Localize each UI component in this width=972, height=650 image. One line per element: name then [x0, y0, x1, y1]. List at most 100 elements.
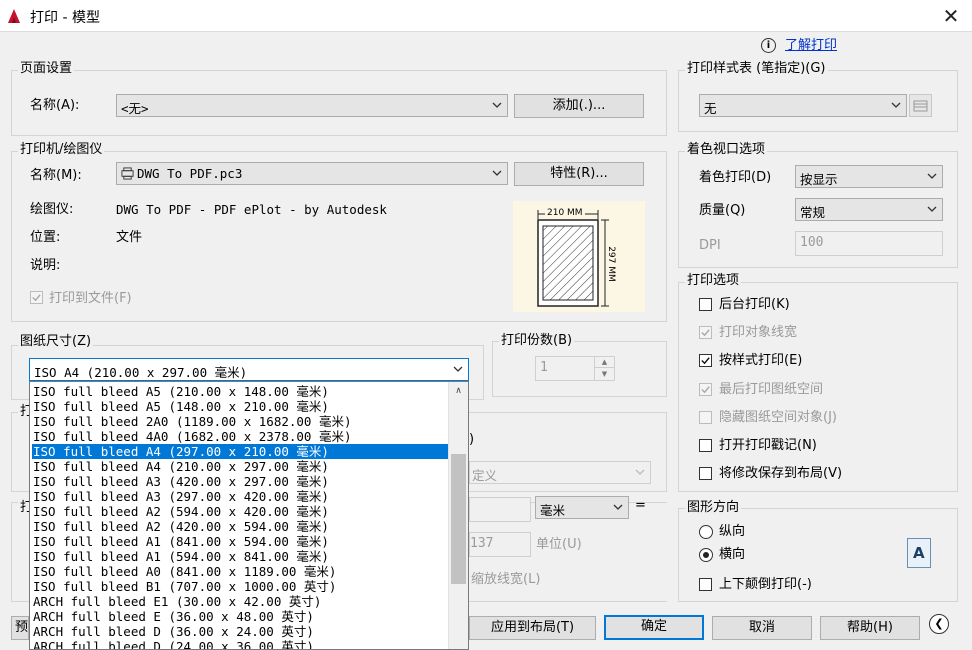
paper-height-label: 297 MM: [606, 244, 616, 284]
chevron-down-icon: [927, 173, 937, 179]
plot-option-label: 打开打印戳记(N): [719, 438, 817, 453]
location-label: 位置:: [30, 230, 61, 245]
scale-mm-input[interactable]: [469, 497, 531, 522]
plot-option-checkbox[interactable]: [699, 354, 712, 368]
plot-option-label: 最后打印图纸空间: [719, 381, 824, 397]
paper-size-combo[interactable]: ISO A4 (210.00 x 297.00 毫米): [29, 358, 469, 381]
chevron-down-icon: [492, 102, 502, 108]
portrait-radio[interactable]: [699, 525, 713, 539]
paper-size-label: 图纸尺寸(Z): [18, 334, 94, 350]
plot-option-label: 后台打印(K): [719, 297, 790, 312]
shaded-viewport-label: 着色视口选项: [685, 142, 768, 158]
ok-button[interactable]: 确定: [604, 615, 704, 640]
info-icon: i: [761, 38, 776, 53]
print-to-file-label: 打印到文件(F): [49, 291, 132, 306]
printer-name-combo[interactable]: DWG To PDF.pc3: [116, 162, 508, 185]
plot-option-checkbox[interactable]: [699, 298, 712, 311]
add-page-setup-button[interactable]: 添加(.)...: [514, 94, 644, 118]
copies-stepper[interactable]: 1 ▲ ▼: [535, 356, 615, 381]
paper-width-label: 210 MM: [545, 208, 585, 218]
collapse-options-icon[interactable]: ❮: [929, 614, 949, 634]
help-button[interactable]: 帮助(H): [820, 616, 920, 640]
paper-size-dropdown-list[interactable]: ISO full bleed A5 (210.00 x 148.00 毫米) IS…: [29, 381, 469, 650]
orientation-preview-letter: A: [913, 544, 925, 562]
chevron-down-icon: [635, 469, 645, 475]
plot-option-checkbox[interactable]: [699, 382, 712, 396]
plot-style-table-combo[interactable]: 无: [699, 94, 907, 117]
paper-size-option[interactable]: ISO full bleed A0 (841.00 x 1189.00 毫米): [32, 564, 448, 579]
paper-size-option[interactable]: ISO full bleed A2 (420.00 x 594.00 毫米): [32, 519, 448, 534]
learn-plot-link[interactable]: 了解打印: [785, 38, 837, 54]
paper-size-option[interactable]: ISO full bleed A1 (841.00 x 594.00 毫米): [32, 534, 448, 549]
landscape-radio[interactable]: [699, 548, 713, 562]
paper-size-option[interactable]: ISO full bleed A5 (210.00 x 148.00 毫米): [32, 384, 448, 399]
shade-plot-combo[interactable]: 按显示: [795, 165, 943, 188]
scale-lineweights-label: 缩放线宽(L): [471, 572, 541, 587]
location-value: 文件: [116, 230, 143, 245]
page-setup-name-label: 名称(A):: [30, 98, 80, 113]
offset-group-label-fragment: ): [469, 432, 475, 447]
plot-style-table-label: 打印样式表 (笔指定)(G): [685, 61, 828, 77]
plot-option-checkbox[interactable]: [699, 439, 712, 452]
preview-button-fragment[interactable]: 预: [11, 616, 29, 640]
vertical-scrollbar[interactable]: ∧: [448, 382, 468, 649]
cancel-button[interactable]: 取消: [712, 616, 812, 640]
page-setup-label: 页面设置: [18, 61, 75, 77]
paper-size-option[interactable]: ARCH full bleed E (36.00 x 48.00 英寸): [32, 609, 448, 624]
copies-label: 打印份数(B): [499, 333, 575, 349]
paper-size-option[interactable]: ISO full bleed 2A0 (1189.00 x 1682.00 毫米…: [32, 414, 448, 429]
dpi-input[interactable]: 100: [795, 231, 943, 256]
paper-size-option[interactable]: ISO full bleed A5 (148.00 x 210.00 毫米): [32, 399, 448, 414]
paper-size-option[interactable]: ISO full bleed A4 (210.00 x 297.00 毫米): [32, 459, 448, 474]
check-icon: [701, 329, 710, 337]
paper-size-option[interactable]: ISO full bleed B1 (707.00 x 1000.00 英寸): [32, 579, 448, 594]
copies-value: 1: [540, 360, 548, 375]
plot-option-checkbox[interactable]: [699, 410, 712, 424]
scale-unit-value: 137: [470, 536, 494, 551]
orientation-label: 图形方向: [685, 500, 742, 516]
edit-plot-style-button[interactable]: [909, 94, 932, 117]
title-bar: 打印 - 模型 ✕: [0, 0, 972, 32]
paper-size-option[interactable]: ISO full bleed 4A0 (1682.00 x 2378.00 毫米…: [32, 429, 448, 444]
paper-size-option[interactable]: ISO full bleed A3 (420.00 x 297.00 毫米): [32, 474, 448, 489]
chevron-down-icon: [453, 366, 463, 372]
paper-size-option[interactable]: ISO full bleed A1 (594.00 x 841.00 毫米): [32, 549, 448, 564]
check-icon: [32, 294, 41, 302]
landscape-label: 横向: [719, 547, 746, 562]
plot-option-checkbox[interactable]: [699, 326, 712, 340]
plot-scale-value: 定义: [472, 468, 498, 483]
unit-combo[interactable]: 毫米: [535, 496, 629, 519]
plot-option-checkbox[interactable]: [699, 467, 712, 481]
apply-to-layout-button[interactable]: 应用到布局(T): [469, 616, 596, 640]
paper-size-option[interactable]: ISO full bleed A2 (594.00 x 420.00 毫米): [32, 504, 448, 519]
quality-combo[interactable]: 常规: [795, 198, 943, 221]
paper-preview: 210 MM 297 MM: [513, 201, 645, 312]
chevron-down-icon: [492, 170, 502, 176]
stepper-down-icon[interactable]: ▼: [594, 368, 614, 380]
scale-unit-input[interactable]: 137: [469, 532, 531, 557]
page-setup-name-combo[interactable]: <无>: [116, 94, 508, 117]
printer-properties-button[interactable]: 特性(R)...: [514, 162, 644, 186]
description-label: 说明:: [30, 258, 61, 273]
paper-size-option[interactable]: ISO full bleed A3 (297.00 x 420.00 毫米): [32, 489, 448, 504]
paper-size-value: ISO A4 (210.00 x 297.00 毫米): [34, 365, 248, 380]
plotter-value: DWG To PDF - PDF ePlot - by Autodesk: [116, 202, 387, 217]
upside-down-checkbox[interactable]: [699, 578, 712, 591]
paper-size-option[interactable]: ARCH full bleed D (24.00 x 36.00 英寸): [32, 639, 448, 649]
scroll-up-icon[interactable]: ∧: [449, 382, 468, 400]
print-to-file-checkbox[interactable]: [30, 291, 43, 304]
plot-option-label: 隐藏图纸空间对象(J): [719, 409, 837, 425]
paper-size-option[interactable]: ARCH full bleed D (36.00 x 24.00 英寸): [32, 624, 448, 639]
quality-label: 质量(Q): [699, 203, 746, 218]
stepper-up-icon[interactable]: ▲: [594, 357, 614, 368]
paper-size-option[interactable]: ISO full bleed A4 (297.00 x 210.00 毫米): [32, 444, 448, 459]
plot-option-label: 按样式打印(E): [719, 353, 803, 369]
quality-value: 常规: [800, 205, 826, 220]
scroll-thumb[interactable]: [451, 454, 466, 584]
upside-down-label: 上下颠倒打印(-): [719, 577, 812, 592]
dpi-value: 100: [800, 235, 824, 250]
paper-size-option[interactable]: ARCH full bleed E1 (30.00 x 42.00 英寸): [32, 594, 448, 609]
plot-scale-combo[interactable]: 定义: [469, 461, 651, 484]
window-title: 打印 - 模型: [30, 10, 100, 26]
close-icon[interactable]: ✕: [936, 2, 966, 30]
